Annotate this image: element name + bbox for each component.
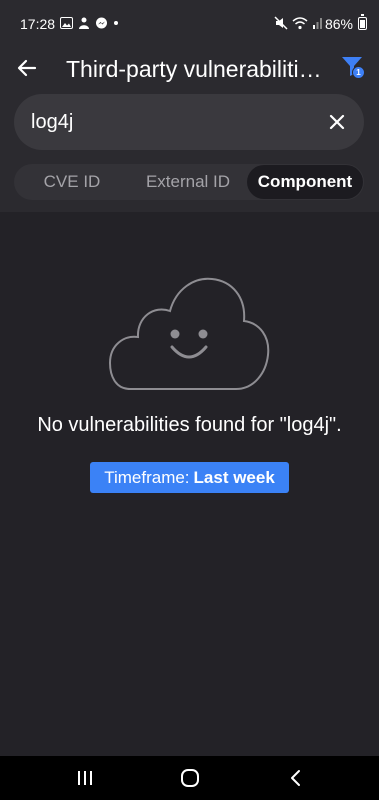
page-title: Third-party vulnerabiliti… <box>66 56 322 82</box>
mute-icon <box>274 16 288 30</box>
system-status-icons <box>274 15 324 31</box>
gallery-icon <box>60 17 73 29</box>
search-input[interactable] <box>31 108 311 136</box>
clear-search-button[interactable] <box>324 109 350 135</box>
empty-state-message: No vulnerabilities found for "log4j". <box>37 414 342 436</box>
battery-percent: 86% <box>324 16 353 32</box>
wifi-icon <box>292 16 308 29</box>
search-box <box>14 94 364 150</box>
close-icon <box>329 114 345 130</box>
tab-cve-id[interactable]: CVE ID <box>14 164 130 200</box>
recents-button[interactable] <box>73 767 97 789</box>
messenger-icon <box>96 17 107 28</box>
person-icon <box>79 17 89 29</box>
recents-icon <box>78 771 92 785</box>
home-button[interactable] <box>178 767 202 789</box>
search-type-tabs: CVE ID External ID Component <box>14 164 364 200</box>
happy-cloud-icon <box>108 277 270 390</box>
status-time: 17:28 <box>20 16 56 32</box>
battery-icon <box>358 14 367 30</box>
system-back-button[interactable] <box>284 767 308 789</box>
back-button[interactable] <box>14 55 40 81</box>
notification-icons <box>60 15 119 31</box>
tab-component[interactable]: Component <box>247 165 363 199</box>
timeframe-value: Last week <box>193 467 275 487</box>
timeframe-chip[interactable]: Timeframe: Last week <box>90 462 289 493</box>
filter-button[interactable]: 1 <box>340 54 368 82</box>
arrow-left-icon <box>17 59 37 77</box>
timeframe-label: Timeframe: <box>104 467 190 487</box>
signal-icon <box>313 18 322 29</box>
filter-count-badge: 1 <box>352 66 365 79</box>
navigation-bar <box>0 756 379 800</box>
back-chevron-icon <box>291 770 300 786</box>
status-bar: 17:28 86% <box>0 0 379 46</box>
home-icon <box>181 769 199 787</box>
dot-icon <box>114 21 118 25</box>
tab-external-id[interactable]: External ID <box>130 164 246 200</box>
